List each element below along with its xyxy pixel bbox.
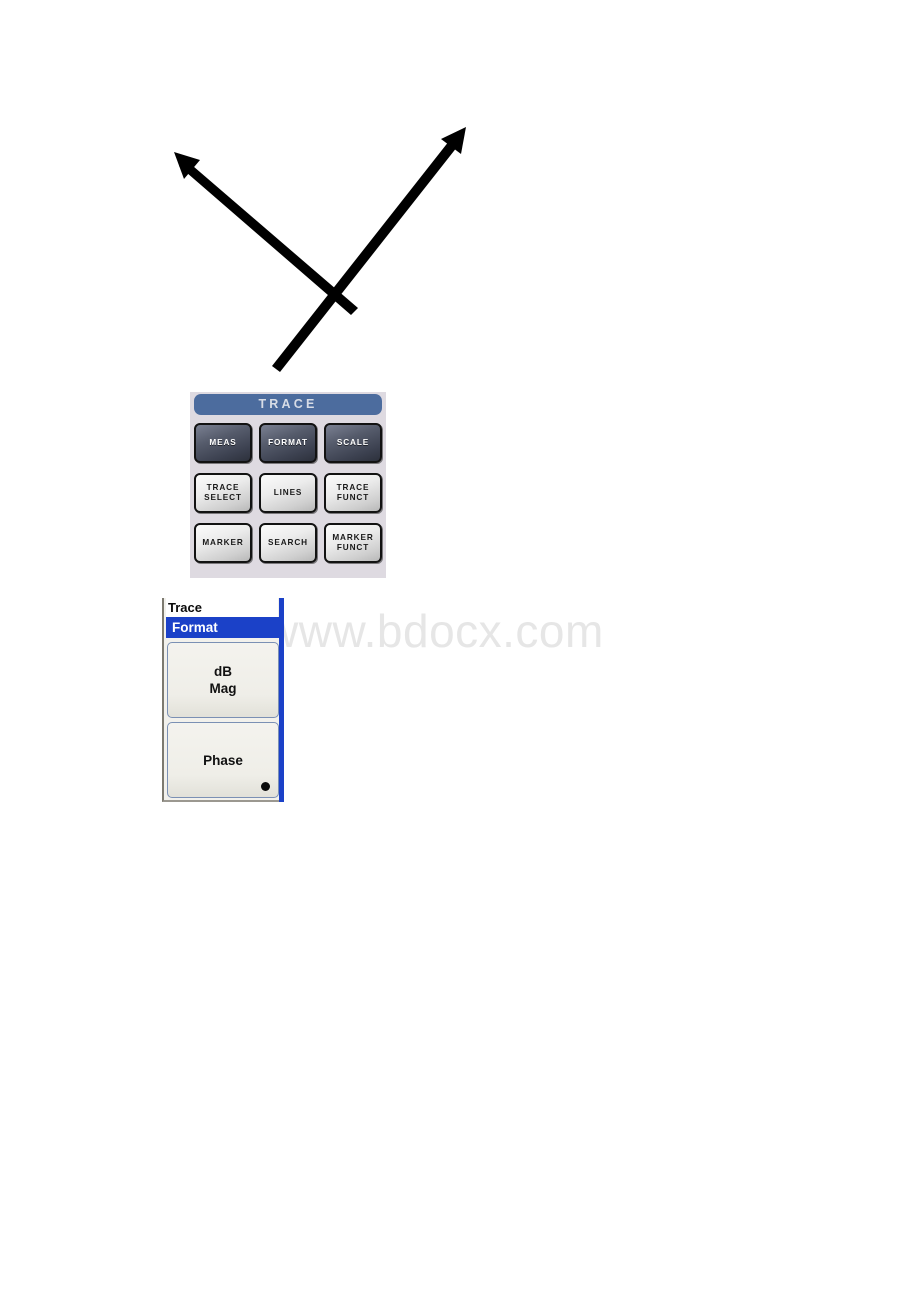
hardkey-trace-select-label-1: TRACE (206, 483, 240, 492)
arrows-svg (174, 127, 466, 372)
hardkey-search[interactable]: SEARCH (259, 523, 317, 563)
hardkey-marker-label: MARKER (202, 538, 244, 547)
hardkey-trace-funct-label-1: TRACE (336, 483, 370, 492)
hardkey-meas-label: MEAS (209, 438, 237, 447)
hardkey-trace-funct[interactable]: TRACE FUNCT (324, 473, 382, 513)
menu-title-trace: Trace (166, 598, 278, 617)
hardkey-trace-funct-label-2: FUNCT (336, 493, 370, 502)
arrow-up-left-icon (174, 152, 358, 315)
keypad-row-2: TRACE SELECT LINES TRACE FUNCT (190, 473, 386, 517)
watermark-text: www.bdocx.com (265, 605, 604, 657)
hardkey-format-label: FORMAT (268, 438, 308, 447)
softkey-phase[interactable]: Phase (167, 722, 279, 798)
keypad-row-3: MARKER SEARCH MARKER FUNCT (190, 523, 386, 567)
hardkey-marker[interactable]: MARKER (194, 523, 252, 563)
softkey-phase-label: Phase (203, 752, 243, 768)
hardkey-search-label: SEARCH (268, 538, 308, 547)
crossing-arrows-diagram (160, 110, 480, 385)
trace-format-softkey-menu: Trace Format dB Mag Phase (162, 598, 284, 802)
softkey-db-mag[interactable]: dB Mag (167, 642, 279, 718)
hardkey-meas[interactable]: MEAS (194, 423, 252, 463)
hardkey-marker-funct-label-1: MARKER (332, 533, 374, 542)
softkey-db-mag-label-1: dB (214, 664, 232, 679)
hardkey-scale-label: SCALE (336, 438, 370, 447)
menu-subtitle-format: Format (166, 617, 280, 638)
keypad-title-trace: TRACE (194, 394, 382, 415)
softkey-phase-selected-indicator-icon (261, 782, 270, 791)
softkey-db-mag-label-2: Mag (209, 681, 237, 696)
hardkey-marker-funct[interactable]: MARKER FUNCT (324, 523, 382, 563)
hardkey-lines[interactable]: LINES (259, 473, 317, 513)
hardkey-trace-select[interactable]: TRACE SELECT (194, 473, 252, 513)
hardkey-scale[interactable]: SCALE (324, 423, 382, 463)
trace-keypad-panel: TRACE MEAS FORMAT SCALE TRACE SELECT LIN… (190, 392, 386, 578)
keypad-row-1: MEAS FORMAT SCALE (190, 423, 386, 467)
menu-edge-bar (279, 598, 284, 802)
hardkey-format[interactable]: FORMAT (259, 423, 317, 463)
hardkey-marker-funct-label-2: FUNCT (336, 543, 370, 552)
hardkey-trace-select-label-2: SELECT (204, 493, 242, 502)
arrow-up-right-icon (272, 127, 466, 372)
hardkey-lines-label: LINES (273, 488, 303, 497)
